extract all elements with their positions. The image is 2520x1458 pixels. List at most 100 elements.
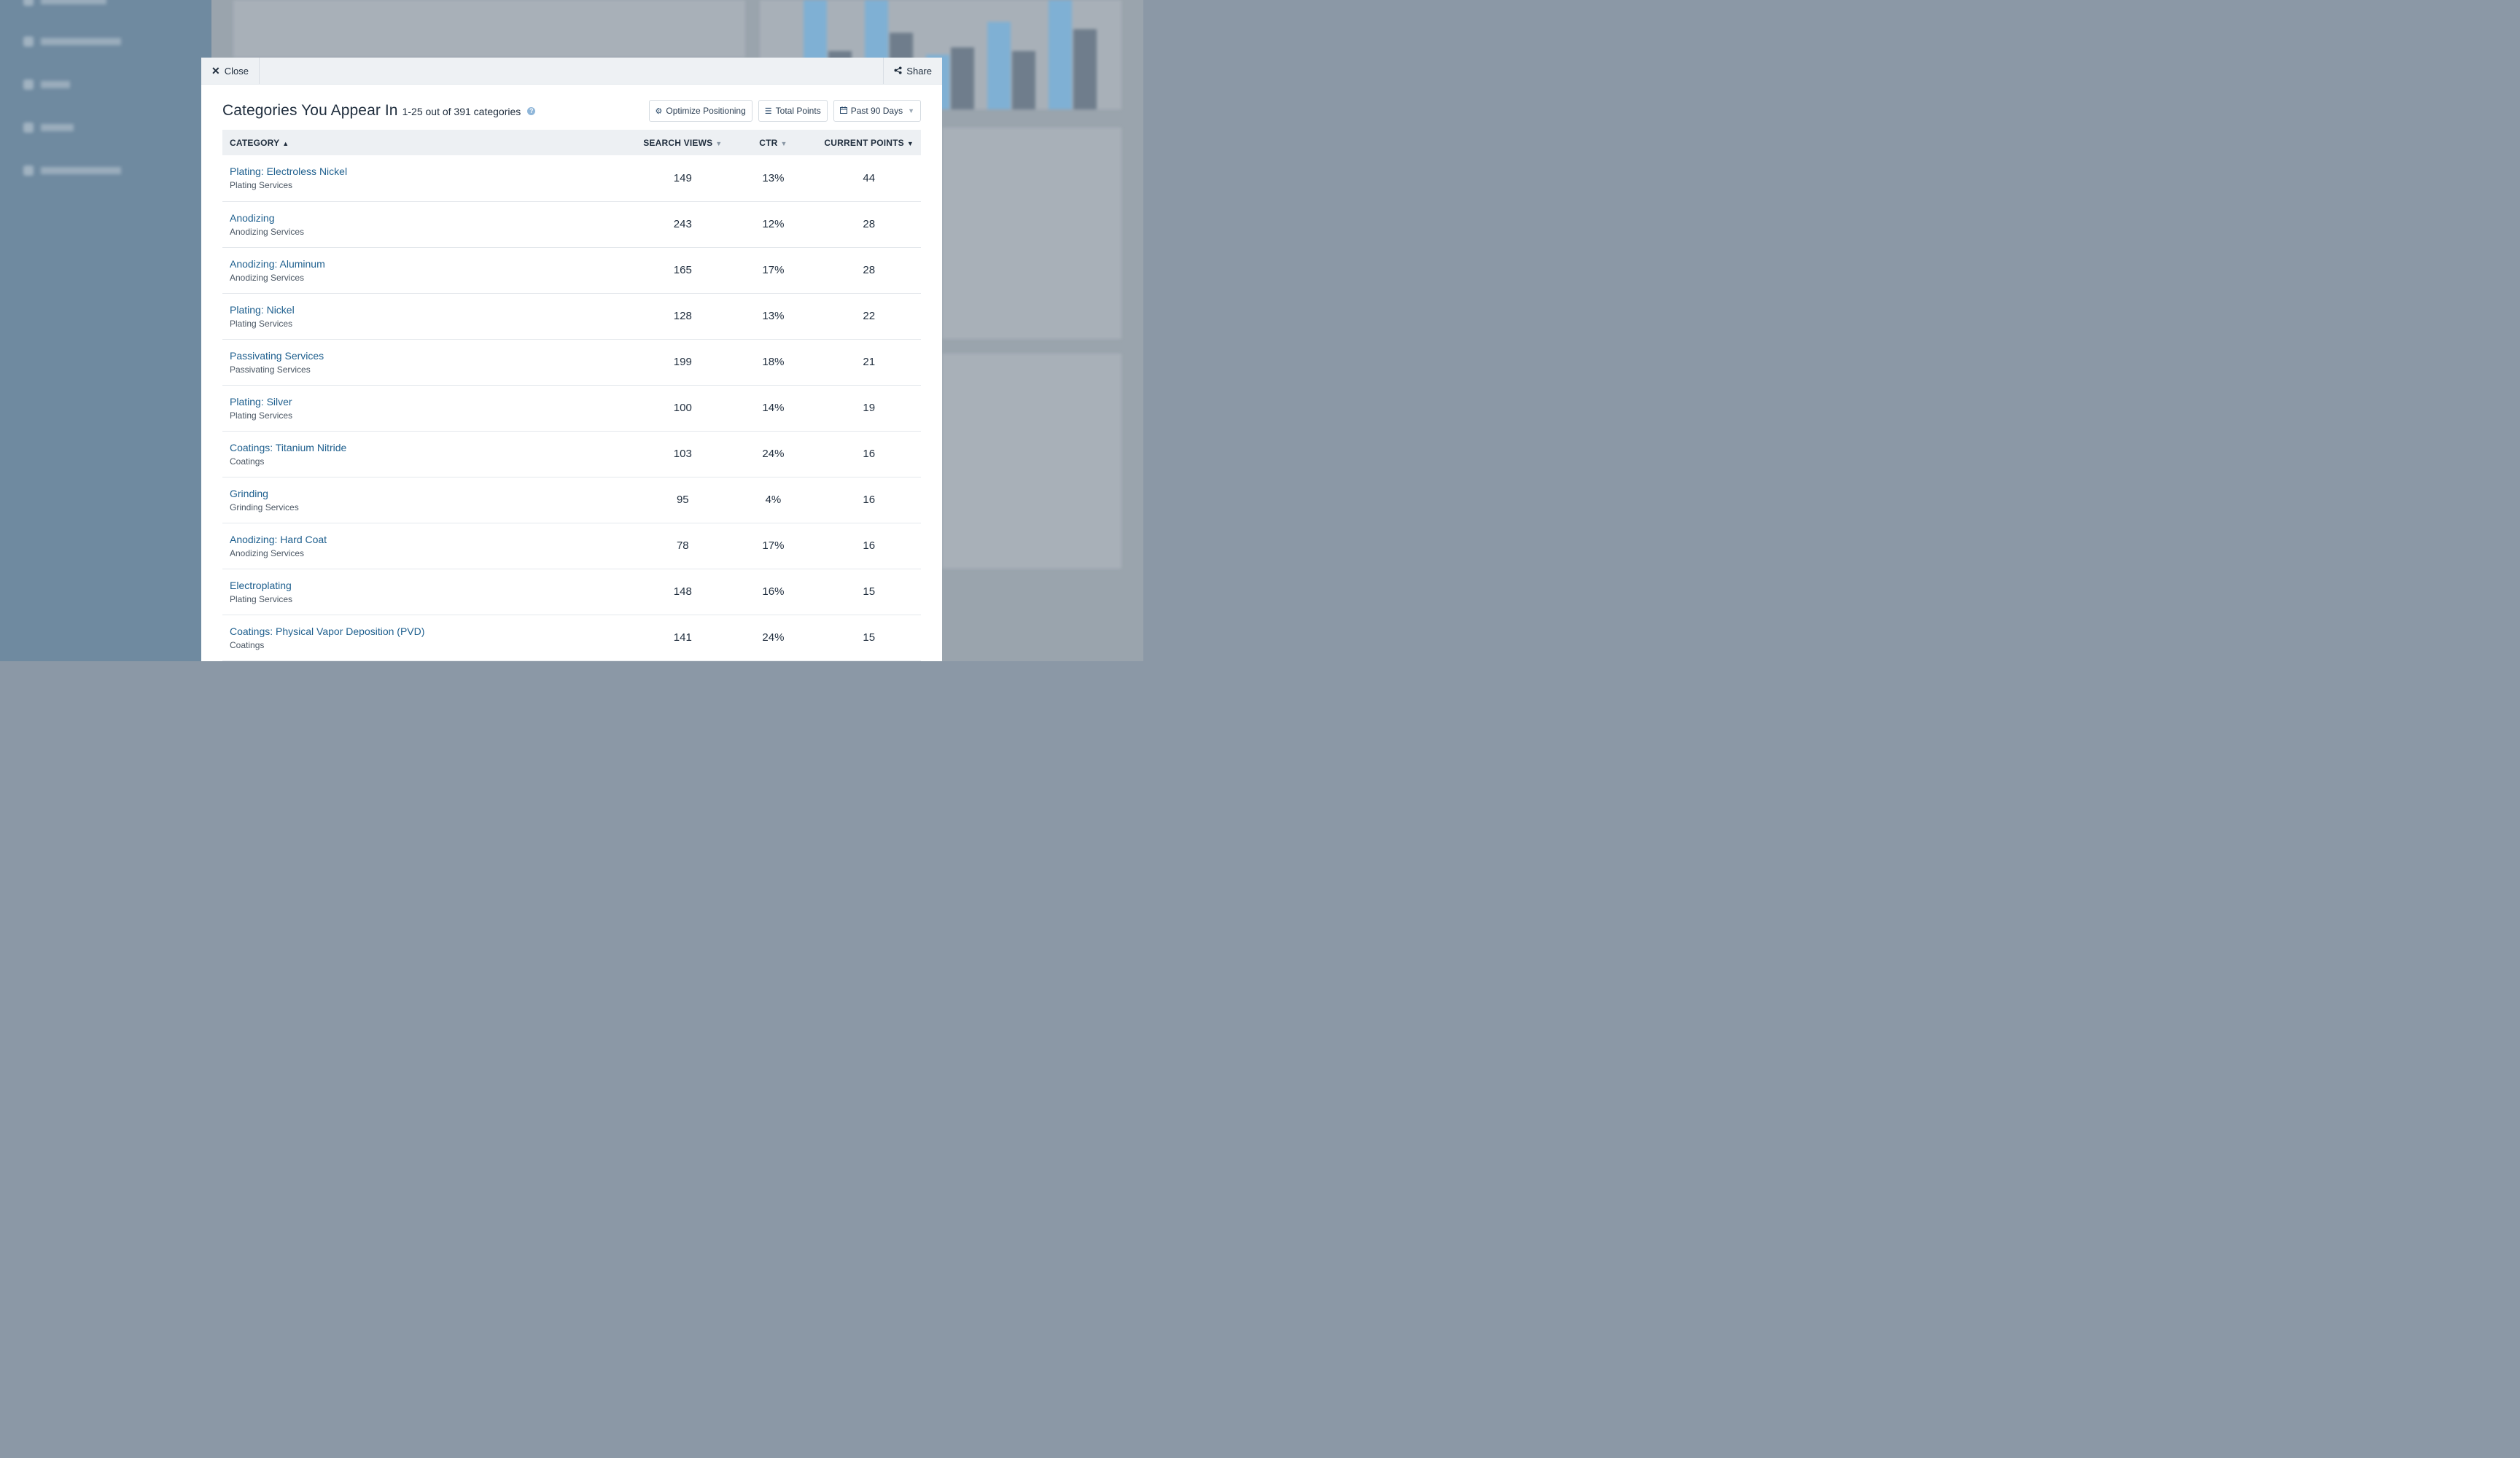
- page-title: Categories You Appear In: [222, 102, 398, 119]
- category-cell: Anodizing Anodizing Services: [222, 201, 636, 247]
- table-row: Anodizing: Aluminum Anodizing Services 16…: [222, 247, 921, 293]
- search-views-cell: 95: [676, 494, 689, 506]
- optimize-positioning-button[interactable]: ⚙ Optimize Positioning: [648, 100, 752, 122]
- chevron-down-icon: ▼: [908, 107, 914, 114]
- current-points-cell: 28: [863, 218, 876, 230]
- search-views-cell: 199: [673, 356, 692, 368]
- search-views-cell: 141: [673, 631, 692, 644]
- table-row: Anodizing: Hard Coat Anodizing Services 7…: [222, 523, 921, 569]
- parent-category: Anodizing Services: [230, 226, 305, 237]
- category-link[interactable]: Plating: Electroless Nickel: [230, 165, 629, 177]
- date-range-label: Past 90 Days: [850, 106, 903, 116]
- gear-icon: ⚙: [655, 106, 663, 116]
- close-button[interactable]: ✕ Close: [201, 58, 260, 84]
- ctr-cell: 17%: [762, 539, 785, 552]
- table-row: Anodizing Anodizing Services 243 12% 28: [222, 201, 921, 247]
- column-header-current-points[interactable]: CURRENT POINTS ▼: [817, 130, 921, 155]
- category-cell: Passivating Services Passivating Services: [222, 339, 636, 385]
- category-link[interactable]: Plating: Silver: [230, 396, 629, 408]
- column-header-label: SEARCH VIEWS: [643, 137, 713, 148]
- sort-ascending-icon: ▲: [282, 139, 289, 147]
- category-link[interactable]: Anodizing: Aluminum: [230, 258, 629, 270]
- list-icon: ☰: [764, 106, 772, 116]
- total-points-label: Total Points: [775, 106, 821, 116]
- category-cell: Plating: Electroless Nickel Plating Servi…: [222, 155, 636, 201]
- ctr-cell: 13%: [762, 171, 785, 184]
- ctr-cell: 18%: [762, 356, 785, 368]
- sort-descending-icon: ▼: [780, 139, 788, 147]
- parent-category: Coatings: [230, 639, 265, 650]
- current-points-cell: 21: [863, 356, 876, 368]
- background-card: [233, 0, 745, 58]
- share-label: Share: [906, 65, 932, 77]
- table-row: Electroplating Plating Services 148 16% 1…: [222, 569, 921, 615]
- date-range-dropdown[interactable]: Past 90 Days ▼: [833, 100, 921, 122]
- table-row: Passivating Services Passivating Services…: [222, 339, 921, 385]
- category-link[interactable]: Anodizing: Hard Coat: [230, 534, 629, 545]
- category-link[interactable]: Anodizing: [230, 212, 629, 224]
- current-points-cell: 28: [863, 264, 876, 276]
- column-header-label: CURRENT POINTS: [824, 137, 904, 148]
- table-row: Coatings: Physical Vapor Deposition (PVD…: [222, 615, 921, 660]
- total-points-button[interactable]: ☰ Total Points: [758, 100, 828, 122]
- category-cell: Grinding Grinding Services: [222, 477, 636, 523]
- ctr-cell: 16%: [762, 585, 785, 598]
- current-points-cell: 22: [863, 310, 876, 322]
- category-link[interactable]: Passivating Services: [230, 350, 629, 362]
- current-points-cell: 16: [863, 448, 876, 460]
- modal-topbar: ✕ Close Share: [201, 58, 942, 85]
- current-points-cell: 16: [863, 494, 876, 506]
- background-sidebar: [0, 0, 211, 661]
- modal-header: Categories You Appear In 1-25 out of 391…: [222, 98, 921, 124]
- category-cell: Anodizing: Aluminum Anodizing Services: [222, 247, 636, 293]
- parent-category: Anodizing Services: [230, 547, 305, 558]
- search-views-cell: 148: [673, 585, 692, 598]
- share-button[interactable]: Share: [883, 58, 942, 84]
- table-row: Plating: Nickel Plating Services 128 13% …: [222, 293, 921, 339]
- column-header-category[interactable]: CATEGORY ▲: [222, 130, 636, 155]
- parent-category: Passivating Services: [230, 364, 311, 375]
- category-cell: Electroplating Plating Services: [222, 569, 636, 615]
- ctr-cell: 24%: [762, 448, 785, 460]
- category-link[interactable]: Coatings: Titanium Nitride: [230, 442, 629, 453]
- category-link[interactable]: Plating: Nickel: [230, 304, 629, 316]
- background-nav-item: [23, 36, 121, 47]
- search-views-cell: 78: [676, 539, 689, 552]
- close-label: Close: [224, 65, 249, 77]
- sort-descending-icon: ▼: [715, 139, 723, 147]
- background-nav-item: [23, 0, 106, 6]
- category-link[interactable]: Grinding: [230, 488, 629, 499]
- search-views-cell: 100: [673, 402, 692, 414]
- category-link[interactable]: Coatings: Physical Vapor Deposition (PVD…: [230, 625, 629, 637]
- categories-modal: ✕ Close Share Categories You Appear In 1…: [201, 58, 942, 661]
- title-group: Categories You Appear In 1-25 out of 391…: [222, 102, 536, 120]
- ctr-cell: 4%: [765, 494, 782, 506]
- ctr-cell: 17%: [762, 264, 785, 276]
- category-cell: Anodizing: Hard Coat Anodizing Services: [222, 523, 636, 569]
- search-views-cell: 149: [673, 171, 692, 184]
- current-points-cell: 16: [863, 539, 876, 552]
- help-icon[interactable]: ?: [527, 107, 536, 115]
- search-views-cell: 165: [673, 264, 692, 276]
- parent-category: Plating Services: [230, 410, 293, 421]
- ctr-cell: 24%: [762, 631, 785, 644]
- background-nav-item: [23, 79, 70, 90]
- search-views-cell: 103: [673, 448, 692, 460]
- parent-category: Anodizing Services: [230, 272, 305, 283]
- current-points-cell: 15: [863, 585, 876, 598]
- parent-category: Grinding Services: [230, 502, 299, 512]
- result-count: 1-25 out of 391 categories: [402, 106, 521, 117]
- current-points-cell: 19: [863, 402, 876, 414]
- ctr-cell: 14%: [762, 402, 785, 414]
- table-row: Plating: Electroless Nickel Plating Servi…: [222, 155, 921, 201]
- column-header-search-views[interactable]: SEARCH VIEWS ▼: [636, 130, 729, 155]
- category-link[interactable]: Electroplating: [230, 580, 629, 591]
- column-header-ctr[interactable]: CTR ▼: [729, 130, 817, 155]
- column-header-label: CTR: [759, 137, 778, 148]
- table-row: Coatings: Titanium Nitride Coatings 103 2…: [222, 431, 921, 477]
- category-cell: Coatings: Physical Vapor Deposition (PVD…: [222, 615, 636, 660]
- category-cell: Plating: Nickel Plating Services: [222, 293, 636, 339]
- close-icon: ✕: [211, 64, 220, 77]
- parent-category: Plating Services: [230, 180, 293, 191]
- table-row: Plating: Silver Plating Services 100 14% …: [222, 385, 921, 431]
